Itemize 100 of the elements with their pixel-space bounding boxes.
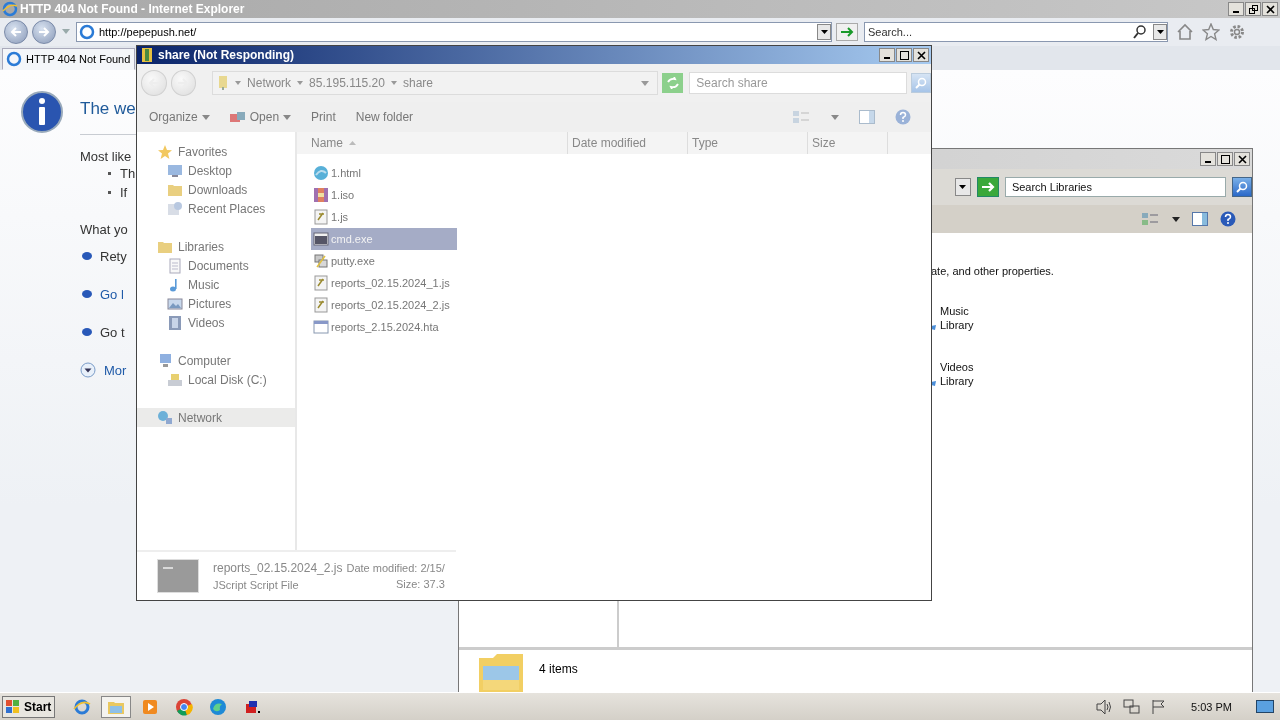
- forward-button[interactable]: [32, 20, 56, 44]
- show-desktop-icon[interactable]: [1256, 699, 1274, 714]
- column-header[interactable]: Size: [808, 132, 888, 154]
- search-icon[interactable]: [1133, 25, 1147, 39]
- go-button[interactable]: [836, 23, 858, 41]
- home-icon[interactable]: [1176, 23, 1194, 41]
- list-item: If: [120, 185, 128, 200]
- windows-logo: [6, 699, 20, 714]
- nav-item[interactable]: Pictures: [137, 294, 295, 313]
- more-link[interactable]: Mor: [104, 362, 127, 378]
- dropdown-button[interactable]: [1153, 24, 1167, 40]
- clock[interactable]: 5:03 PM: [1191, 700, 1232, 713]
- nav-item[interactable]: Music: [137, 275, 295, 294]
- nav-item[interactable]: Network: [137, 408, 295, 427]
- file-row[interactable]: 1.iso: [311, 184, 457, 206]
- search-icon: [1236, 181, 1249, 193]
- arrow-right-icon: [37, 25, 51, 39]
- close-icon: [916, 50, 926, 60]
- dropdown-icon[interactable]: [640, 80, 649, 86]
- refresh-button[interactable]: [661, 73, 684, 93]
- search-box[interactable]: Search...: [864, 22, 1168, 42]
- action-text: Go t: [100, 324, 125, 340]
- chevron-icon[interactable]: [235, 81, 242, 85]
- file-row[interactable]: 1.js: [311, 206, 457, 228]
- nav-item[interactable]: Downloads: [137, 180, 295, 199]
- disk-icon: [167, 371, 183, 388]
- search-field[interactable]: Search...: [865, 26, 1129, 38]
- minimize-icon: [1205, 160, 1211, 163]
- program-icon: [313, 253, 329, 269]
- network-icon[interactable]: [1123, 698, 1142, 715]
- breadcrumb-item[interactable]: Network: [247, 76, 292, 90]
- bullet-icon: [108, 172, 111, 175]
- item-count: 4 items: [539, 662, 578, 676]
- page-link[interactable]: Go l: [100, 286, 124, 302]
- file-type: JScript Script File: [213, 579, 300, 591]
- close-button[interactable]: [1262, 2, 1278, 16]
- star-icon[interactable]: [1202, 23, 1220, 41]
- dropdown-button[interactable]: [955, 178, 971, 196]
- chevron-icon[interactable]: [390, 81, 397, 85]
- search-button[interactable]: [1232, 177, 1252, 197]
- minimize-button[interactable]: [1200, 152, 1216, 166]
- start-button[interactable]: Start: [2, 695, 56, 718]
- file-row[interactable]: reports_02.15.2024_1.js: [311, 272, 457, 294]
- file-size: Size: 37.3: [395, 578, 445, 590]
- folder-icon: [139, 47, 155, 63]
- nav-item[interactable]: Videos: [137, 313, 295, 332]
- organize-menu[interactable]: Organize: [149, 110, 210, 124]
- date-modified: Date modified: 2/15/: [346, 562, 445, 574]
- close-button[interactable]: [1234, 152, 1250, 166]
- file-row[interactable]: putty.exe: [311, 250, 457, 272]
- search-icon: [915, 77, 928, 89]
- list-item: Th: [120, 166, 136, 181]
- expand-icon[interactable]: [80, 362, 96, 378]
- description-text: ate, and other properties.: [931, 265, 1055, 277]
- close-button[interactable]: [913, 48, 929, 62]
- nav-item[interactable]: Local Disk (C:): [137, 370, 295, 389]
- minimize-button[interactable]: [1228, 2, 1244, 16]
- page-icon: [6, 51, 22, 67]
- address-field[interactable]: http://pepepush.net/: [76, 22, 832, 42]
- help-icon[interactable]: [1220, 211, 1236, 227]
- nav-item[interactable]: Libraries: [137, 237, 295, 256]
- star-icon: [157, 143, 173, 160]
- restore-button[interactable]: [1245, 2, 1261, 16]
- toolbar-button[interactable]: Print: [311, 110, 336, 124]
- nav-item[interactable]: Documents: [137, 256, 295, 275]
- chevron-icon[interactable]: [297, 81, 304, 85]
- column-header[interactable]: Type: [688, 132, 808, 154]
- media-player-icon: [141, 697, 160, 716]
- window-title: HTTP 404 Not Found - Internet Explorer: [20, 2, 245, 16]
- column-header[interactable]: Name: [297, 132, 568, 154]
- restore-icon: [1248, 4, 1258, 14]
- nav-item[interactable]: Favorites: [137, 142, 295, 161]
- breadcrumb-item[interactable]: share: [402, 76, 433, 90]
- go-button[interactable]: [976, 177, 999, 197]
- preview-pane-icon[interactable]: [1192, 212, 1208, 226]
- maximize-button[interactable]: [1217, 152, 1233, 166]
- file-row[interactable]: 1.html: [311, 162, 457, 184]
- caret-icon[interactable]: [1172, 216, 1180, 222]
- script-icon: [313, 209, 329, 225]
- back-button[interactable]: [4, 20, 28, 44]
- breadcrumb-item[interactable]: 85.195.115.20: [309, 76, 385, 90]
- nav-item[interactable]: Desktop: [137, 161, 295, 180]
- column-header[interactable]: Date modified: [568, 132, 688, 154]
- minimize-button[interactable]: [879, 48, 895, 62]
- open-menu[interactable]: Open: [229, 110, 292, 124]
- search-field[interactable]: Search Libraries: [1004, 177, 1227, 197]
- dropdown-button[interactable]: [817, 24, 831, 40]
- address-bar[interactable]: Network 85.195.115.20 share: [212, 71, 658, 95]
- chrome-icon: [175, 697, 194, 716]
- file-row[interactable]: reports_2.15.2024.hta: [311, 316, 457, 338]
- nav-item[interactable]: Recent Places: [137, 199, 295, 218]
- view-options-icon[interactable]: [1142, 212, 1160, 226]
- browser-tab[interactable]: HTTP 404 Not Found: [2, 48, 136, 70]
- file-row[interactable]: reports_02.15.2024_2.js: [311, 294, 457, 316]
- maximize-button[interactable]: [896, 48, 912, 62]
- preview-pane-icon[interactable]: [859, 110, 875, 124]
- toolbar-button[interactable]: New folder: [355, 110, 414, 124]
- settings-icon[interactable]: [1228, 23, 1246, 41]
- nav-item[interactable]: Computer: [137, 351, 295, 370]
- speaker-icon[interactable]: [1095, 698, 1114, 715]
